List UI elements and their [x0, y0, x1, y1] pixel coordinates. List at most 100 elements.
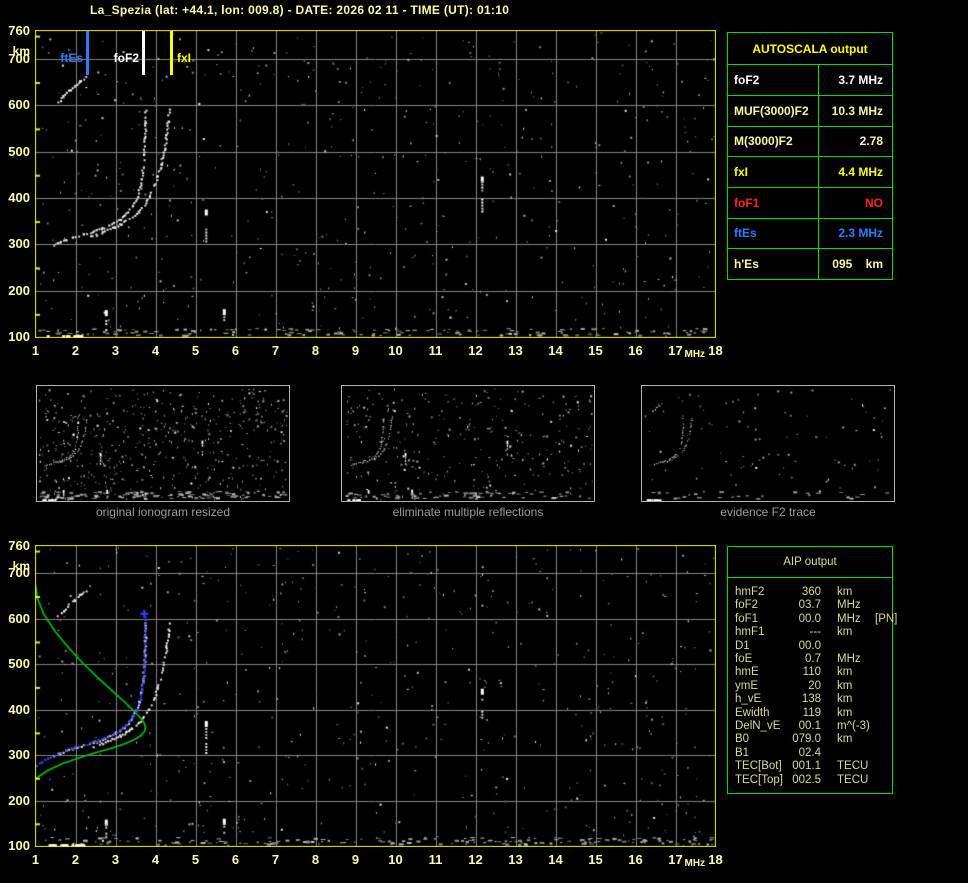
aip-row-hmf1: hmF1 --- km [735, 626, 892, 639]
aip-x-tick-label: 13 [508, 852, 523, 867]
aip-row-foe: foE 0.7 MHz [735, 653, 892, 666]
aip-unit: km [837, 693, 853, 706]
main-y-tick-label: 500 [8, 143, 30, 159]
main-x-tick-label: 1 [31, 343, 40, 358]
aip-x-tick-label: 14 [548, 852, 563, 867]
aip-output-table: AIP output hmF2 360 km foF2 03.7 MHz foF1 00.0 M… [727, 546, 897, 794]
aip-row-fof1: foF1 00.0 MHz [PN] [735, 613, 897, 626]
main-x-tick-label: 2 [71, 343, 80, 358]
aip-label: D1 [735, 639, 750, 652]
fxI-marker-label: fxI [177, 51, 192, 65]
aip-unit: km [837, 666, 853, 679]
aip-row-yme: ymE 20 km [735, 680, 892, 693]
aip-val: 079.0 [792, 733, 821, 746]
thumbnail-caption-original: original ionogram resized [95, 505, 231, 519]
aip-y-tick-label: 300 [8, 747, 30, 763]
aip-extra [875, 720, 892, 733]
aip-x-tick-label: 6 [231, 852, 240, 867]
aip-unit: TECU [837, 760, 869, 773]
foF2-marker-line [142, 31, 145, 75]
main-y-tick-label: 300 [8, 236, 30, 252]
autoscala-param-label: fxI [728, 157, 819, 187]
main-x-tick-label: 9 [351, 343, 360, 358]
autoscala-param-label: foF2 [728, 65, 819, 95]
aip-row-tec-bot-: TEC[Bot] 001.1 TECU [735, 760, 892, 773]
aip-x-tick-label: 1 [31, 852, 40, 867]
autoscala-param-label: MUF(3000)F2 [728, 95, 819, 126]
aip-y-tick-label: 500 [8, 656, 30, 672]
main-x-tick-label: 14 [548, 343, 563, 358]
aip-x-tick-label: 18 [708, 852, 723, 867]
main-x-tick-label: 13 [508, 343, 523, 358]
aip-x-tick-label: 9 [351, 852, 360, 867]
autoscala-row-fof1: foF1 NO [728, 186, 892, 218]
main-y-tick-label: 100 [8, 329, 30, 344]
aip-label: DelN_vE [735, 720, 781, 733]
aip-extra [875, 693, 892, 706]
aip-x-tick-label: 12 [468, 852, 483, 867]
autoscala-row-ftes: ftEs 2.3 MHz [728, 217, 892, 249]
aip-extra [875, 626, 892, 639]
thumbnail-caption-evidence: evidence F2 trace [720, 505, 816, 519]
autoscala-row-fof2: foF2 3.7 MHz [728, 64, 892, 95]
aip-label: hmF2 [735, 586, 765, 598]
aip-x-tick-label: 3 [111, 852, 120, 867]
autoscala-row-h-es: h'Es 095 km [728, 248, 892, 279]
aip-extra [875, 666, 892, 679]
aip-row-hme: hmE 110 km [735, 666, 892, 679]
thumbnail-original-ionogram [36, 385, 290, 502]
aip-label: TEC[Top] [735, 773, 783, 786]
aip-extra [875, 680, 892, 693]
aip-label: hmF1 [735, 626, 765, 639]
autoscala-output-table: AUTOSCALA output foF2 3.7 MHz MUF(3000)F2 1… [727, 32, 893, 280]
main-x-tick-label: 7 [271, 343, 280, 358]
aip-y-tick-label: 400 [8, 701, 30, 717]
aip-label: foF2 [735, 599, 759, 612]
aip-extra: [PN] [875, 612, 898, 625]
aip-val: 0.7 [805, 653, 821, 666]
aip-ionogram-panel [35, 545, 716, 847]
thumbnail-eliminate-canvas [342, 386, 594, 501]
aip-unit: km [837, 706, 853, 719]
aip-val: 00.0 [798, 639, 821, 652]
aip-label: B1 [735, 746, 750, 759]
thumbnail-evidence-f2 [641, 385, 895, 502]
aip-val: 20 [808, 679, 821, 692]
aip-val: 03.7 [798, 599, 821, 612]
aip-unit [821, 640, 875, 653]
main-x-tick-label: 11 [428, 343, 443, 358]
aip-label: hmE [735, 666, 759, 679]
autoscala-param-value: 3.7 MHz [838, 73, 883, 88]
autoscala-param-label: M(3000)F2 [728, 126, 819, 157]
aip-ionogram-canvas [35, 545, 716, 847]
main-x-tick-label: 16 [628, 343, 643, 358]
aip-label: ymE [735, 679, 758, 692]
ftEs-marker-line [86, 31, 89, 75]
aip-val: 02.4 [798, 746, 821, 759]
aip-x-tick-label: 4 [151, 852, 160, 867]
autoscala-param-value: 2.3 MHz [838, 226, 883, 241]
aip-unit: m^(-3) [837, 720, 870, 733]
main-y-tick-label: 600 [8, 97, 30, 113]
aip-label: h_vE [735, 693, 762, 706]
aip-unit: km [837, 586, 853, 598]
aip-y-tick-label: 760 [8, 538, 30, 553]
aip-y-axis-unit: km [12, 559, 30, 573]
aip-x-tick-label: 15 [588, 852, 603, 867]
aip-x-tick-label: 11 [428, 852, 443, 867]
aip-row-fof2: foF2 03.7 MHz [735, 599, 892, 612]
main-y-tick-label: 200 [8, 282, 30, 298]
main-x-tick-label: 8 [311, 343, 320, 358]
aip-extra [875, 653, 892, 666]
autoscala-param-label: foF1 [728, 187, 819, 218]
aip-x-tick-label: 16 [628, 852, 643, 867]
aip-row-hmf2: hmF2 360 km [735, 586, 892, 599]
main-y-axis-unit: km [12, 44, 30, 58]
aip-y-tick-label: 100 [8, 838, 30, 853]
autoscala-param-value: 2.78 [859, 134, 883, 149]
aip-extra [875, 599, 892, 612]
main-y-tick-label: 760 [8, 23, 30, 38]
aip-unit: MHz [837, 653, 861, 666]
autoscala-row-m-3000-f2: M(3000)F2 2.78 [728, 125, 892, 157]
aip-table-header: AIP output [728, 547, 892, 578]
